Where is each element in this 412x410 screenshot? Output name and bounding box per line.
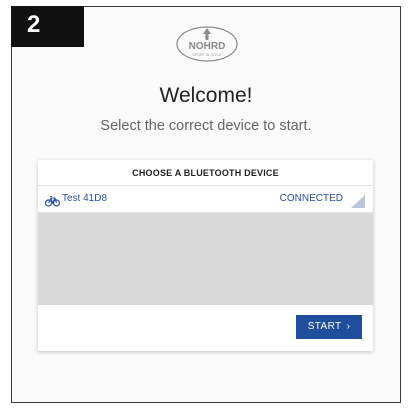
bike-icon — [44, 192, 61, 207]
card-header: CHOOSE A BLUETOOTH DEVICE — [38, 160, 373, 186]
device-list-item[interactable]: Test 41D8 CONNECTED — [38, 186, 373, 213]
welcome-subtitle: Select the correct device to start. — [100, 118, 312, 134]
signal-strength-icon — [351, 193, 365, 208]
chevron-right-icon: › — [346, 321, 351, 332]
logo-brand-text: NOHRD — [189, 41, 226, 52]
device-name: Test 41D8 — [62, 193, 108, 204]
welcome-title: Welcome! — [159, 84, 253, 107]
nohrd-logo: NOHRD SPORT IN STYLE — [174, 24, 240, 64]
start-button-label: START — [307, 321, 342, 332]
start-button[interactable]: START › — [296, 315, 362, 339]
bluetooth-device-card: CHOOSE A BLUETOOTH DEVICE Test 41D8 CONN… — [38, 160, 373, 351]
device-list-empty-area — [38, 213, 373, 305]
step-badge: 2 — [11, 6, 84, 47]
card-footer: START › — [38, 305, 373, 352]
logo-tagline-text: SPORT IN STYLE — [192, 53, 222, 57]
device-status: CONNECTED — [279, 193, 343, 204]
